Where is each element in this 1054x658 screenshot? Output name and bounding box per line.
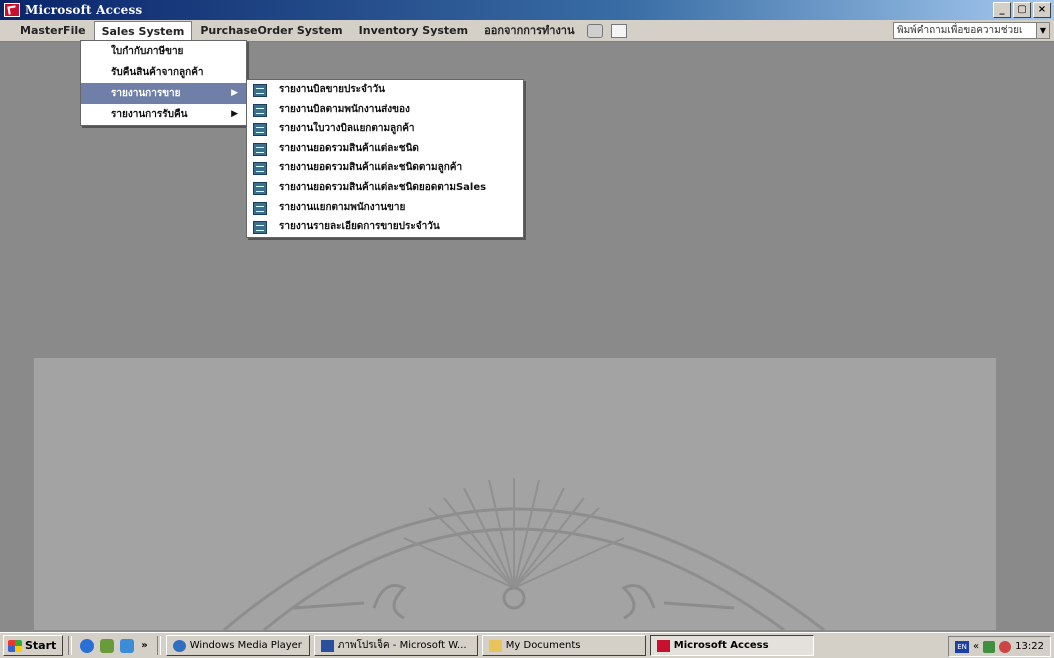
report-icon <box>253 103 267 117</box>
folder-icon <box>488 639 502 652</box>
task-label: ภาพโปรเจ็ค - Microsoft W... <box>337 640 467 651</box>
minimize-button[interactable]: _ <box>993 2 1011 18</box>
report-icon <box>253 84 267 97</box>
title-bar[interactable]: Microsoft Access _ ▢ × <box>0 0 1054 20</box>
media-player-icon[interactable] <box>120 638 135 653</box>
submenu-item-label: รายงานยอดรวมสินค้าแต่ละชนิด <box>279 142 419 154</box>
help-question-text: พิมพ์คำถามเพื่อขอความช่วยเ <box>897 25 1023 36</box>
internet-explorer-icon[interactable] <box>80 638 95 653</box>
submenu-item-total-by-product-customer[interactable]: รายงานยอดรวมสินค้าแต่ละชนิดตามลูกค้า <box>247 158 523 178</box>
report-icon <box>253 221 267 235</box>
close-button[interactable]: × <box>1033 2 1051 18</box>
window-controls: _ ▢ × <box>993 2 1051 18</box>
menu-purchaseorder-system[interactable]: PurchaseOrder System <box>192 21 350 40</box>
word-icon <box>320 639 334 652</box>
submenu-item-label: รายงานใบวางบิลแยกตามลูกค้า <box>279 123 415 135</box>
printer-icon[interactable] <box>586 23 603 38</box>
task-label: Windows Media Player <box>189 640 302 651</box>
clock: 13:22 <box>1015 641 1044 652</box>
submenu-item-label: รายงานยอดรวมสินค้าแต่ละชนิดตามลูกค้า <box>279 162 463 174</box>
submenu-item-label: รายงานแยกตามพนักงานขาย <box>279 201 406 213</box>
report-icon <box>253 201 267 215</box>
submenu-item-label: รายงานยอดรวมสินค้าแต่ละชนิดยอดตามSales <box>279 181 487 193</box>
show-desktop-icon[interactable] <box>100 638 115 653</box>
submenu-arrow-icon: ▶ <box>231 109 238 119</box>
submenu-arrow-icon: ▶ <box>231 88 238 98</box>
task-my-documents[interactable]: My Documents <box>481 635 646 656</box>
menu-item-label: ใบกำกับภาษีขาย <box>111 46 184 57</box>
submenu-item-label: รายงานบิลขายประจำวัน <box>279 84 385 95</box>
chevron-down-icon[interactable]: ▼ <box>1036 23 1049 38</box>
help-question-box[interactable]: พิมพ์คำถามเพื่อขอความช่วยเ ▼ <box>893 22 1050 39</box>
menu-item-return-reports[interactable]: รายงานการรับคืน ▶ <box>81 104 246 125</box>
menu-exit[interactable]: ออกจากการทำงาน <box>476 21 582 40</box>
system-tray: EN « 13:22 <box>948 636 1051 657</box>
submenu-item-label: รายงานรายละเอียดการขายประจำวัน <box>279 221 440 233</box>
task-word-document[interactable]: ภาพโปรเจ็ค - Microsoft W... <box>313 635 478 656</box>
windows-logo-icon <box>8 639 22 652</box>
sales-system-menu: ใบกำกับภาษีขาย รับคืนสินค้าจากลูกค้า ราย… <box>80 40 247 126</box>
report-icon <box>253 181 267 195</box>
submenu-item-billing-by-customer[interactable]: รายงานใบวางบิลแยกตามลูกค้า <box>247 119 523 139</box>
taskbar-separator <box>68 636 73 655</box>
menu-masterfile[interactable]: MasterFile <box>12 21 94 40</box>
tray-expand-button[interactable]: « <box>973 641 979 652</box>
submenu-item-total-by-product[interactable]: รายงานยอดรวมสินค้าแต่ละชนิด <box>247 139 523 159</box>
task-microsoft-access[interactable]: Microsoft Access <box>649 635 814 656</box>
task-windows-media-player[interactable]: Windows Media Player <box>165 635 310 656</box>
task-label: My Documents <box>505 640 581 651</box>
menu-bar: MasterFile Sales System PurchaseOrder Sy… <box>0 20 1054 42</box>
menu-item-sales-tax-invoice[interactable]: ใบกำกับภาษีขาย <box>81 41 246 62</box>
menu-item-label: รายงานการรับคืน <box>111 109 188 120</box>
menu-item-label: รับคืนสินค้าจากลูกค้า <box>111 67 204 78</box>
menu-sales-system[interactable]: Sales System <box>93 20 193 41</box>
task-label: Microsoft Access <box>673 640 769 651</box>
submenu-item-total-by-product-sales[interactable]: รายงานยอดรวมสินค้าแต่ละชนิดยอดตามSales <box>247 178 523 198</box>
report-icon <box>253 162 267 176</box>
menu-item-sales-reports[interactable]: รายงานการขาย ▶ <box>81 83 246 104</box>
restore-button[interactable]: ▢ <box>1013 2 1031 18</box>
menu-inventory-system[interactable]: Inventory System <box>351 21 476 40</box>
quicklaunch-overflow[interactable]: » <box>141 640 147 651</box>
submenu-item-bills-by-delivery-staff[interactable]: รายงานบิลตามพนักงานส่งของ <box>247 100 523 120</box>
network-icon[interactable] <box>983 640 996 653</box>
submenu-item-daily-sales-bills[interactable]: รายงานบิลขายประจำวัน <box>247 80 523 100</box>
submenu-item-by-salesperson[interactable]: รายงานแยกตามพนักงานขาย <box>247 198 523 218</box>
taskbar-separator <box>156 636 161 655</box>
submenu-item-label: รายงานบิลตามพนักงานส่งของ <box>279 103 410 115</box>
messenger-icon[interactable] <box>999 640 1012 653</box>
media-player-icon <box>172 639 186 652</box>
language-indicator[interactable]: EN <box>955 640 970 653</box>
menu-item-label: รายงานการขาย <box>111 88 181 99</box>
start-label: Start <box>25 639 57 652</box>
background-panel <box>34 358 996 630</box>
sales-report-submenu: รายงานบิลขายประจำวัน รายงานบิลตามพนักงาน… <box>246 79 524 238</box>
access-app-icon[interactable] <box>4 3 20 17</box>
submenu-item-daily-sales-detail[interactable]: รายงานรายละเอียดการขายประจำวัน <box>247 217 523 237</box>
report-icon <box>253 142 267 156</box>
menu-item-customer-returns[interactable]: รับคืนสินค้าจากลูกค้า <box>81 62 246 83</box>
print-preview-icon[interactable] <box>610 23 627 38</box>
start-button[interactable]: Start <box>3 635 64 656</box>
taskbar: Start » Windows Media Player ภาพโปรเจ็ค … <box>0 632 1054 658</box>
university-seal-watermark <box>223 478 825 630</box>
report-icon <box>253 123 267 137</box>
window-title: Microsoft Access <box>25 3 143 17</box>
access-icon <box>656 639 670 652</box>
